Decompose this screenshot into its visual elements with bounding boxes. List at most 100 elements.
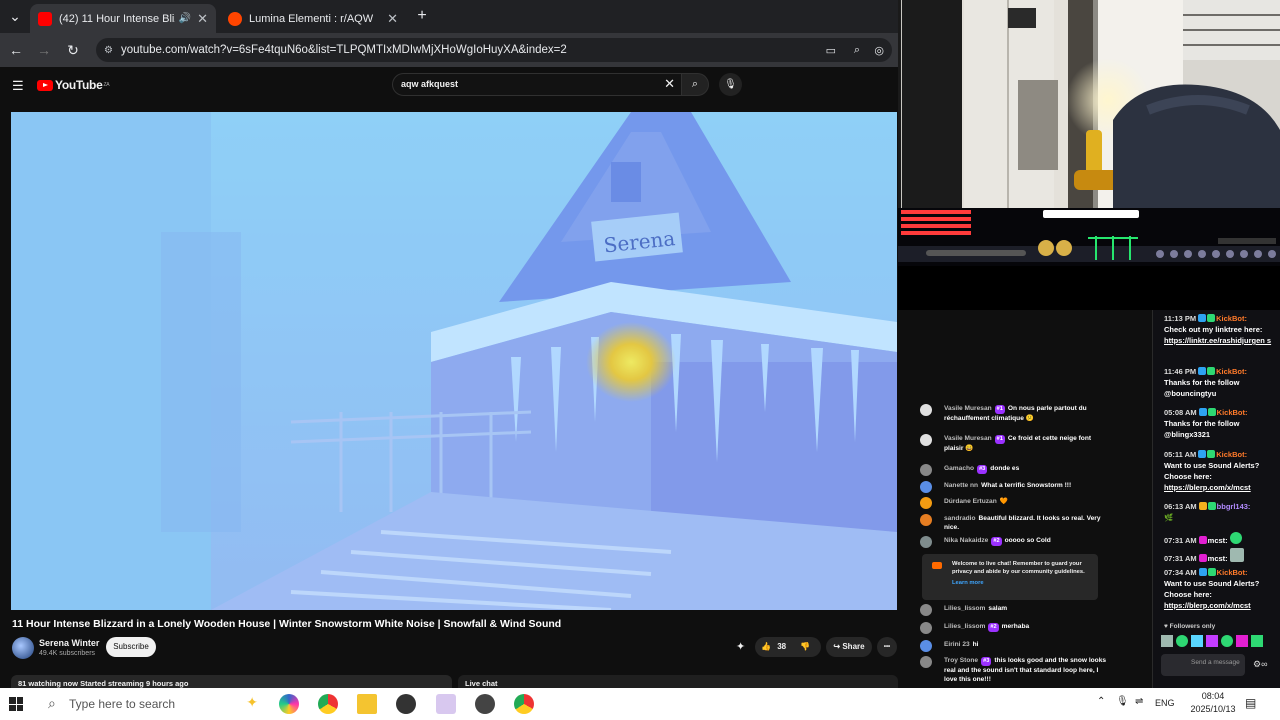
kick-message: 07:31 AM mcst: [1164, 532, 1276, 546]
emote-icon [1236, 635, 1248, 647]
verified-badge-icon [1207, 502, 1216, 510]
avatar [920, 434, 932, 446]
speaker-icon[interactable]: 🔊 [179, 13, 191, 24]
kick-message: 07:34 AM KickBot: Want to use Sound Alert… [1164, 567, 1276, 611]
taskbar: ⌕ Type here to search ✦ ⌃ 🎙 ⇌ ENG 08:04 … [0, 688, 1280, 720]
clock[interactable]: 08:04 2025/10/13 [1190, 690, 1236, 716]
clear-search-icon[interactable]: ✕ [664, 76, 675, 92]
tab-youtube[interactable]: (42) 11 Hour Intense Blizzard in a Lonel… [30, 4, 216, 33]
kick-text: Thanks for the follow @bouncingtyu [1164, 378, 1240, 398]
chat-author: Lilies_lissom [944, 605, 986, 612]
browser-toolbar: ← → ↻ ⚙ youtube.com/watch?v=6sFe4tquN6o&… [0, 33, 898, 67]
new-tab-button[interactable]: + [413, 7, 431, 25]
emote-icon [1221, 635, 1233, 647]
taskbar-search[interactable]: ⌕ Type here to search ✦ [40, 688, 270, 720]
webcam-image [902, 0, 1280, 210]
youtube-play-icon [37, 79, 53, 91]
start-windows-icon[interactable] [9, 697, 23, 711]
app-icon-3[interactable] [475, 694, 495, 714]
search-button[interactable]: ⌕ [681, 73, 709, 96]
more-actions-button[interactable]: ••• [877, 637, 897, 657]
learn-more-link[interactable]: Learn more [952, 579, 1090, 587]
voice-search-icon[interactable]: 🎙 [719, 73, 742, 96]
chat-author: Nanette nn [944, 482, 979, 489]
thumbs-down-icon[interactable]: 👎 [800, 642, 810, 651]
game-hud [898, 210, 1280, 262]
close-tab-icon[interactable]: ✕ [387, 11, 398, 27]
kick-user: bbgrl143: [1216, 502, 1251, 511]
back-icon[interactable]: ← [7, 41, 25, 59]
bot-badge-icon [1198, 450, 1207, 458]
sub-badge-icon [1198, 554, 1207, 562]
kick-user: mcst: [1207, 554, 1228, 563]
kick-user: KickBot: [1216, 314, 1247, 323]
channel-name[interactable]: Serena Winter [39, 638, 99, 648]
kick-user: KickBot: [1216, 408, 1248, 417]
kick-link[interactable]: https://blerp.com/x/mcst [1164, 482, 1276, 493]
chat-author: Nika Nakaidze [944, 537, 989, 544]
chat-author: Lilies_lissom [944, 623, 986, 630]
subscriber-count: 49.4K subscribers [39, 650, 96, 657]
notifications-icon[interactable]: ▤ [1245, 696, 1256, 710]
kick-time: 05:11 AM [1164, 450, 1197, 459]
send-message-input[interactable]: Send a message [1161, 654, 1245, 676]
chat-message: Gamacho #3 donde es [920, 464, 1110, 476]
emote-bar[interactable] [1161, 635, 1276, 649]
tab-list-button[interactable]: ⌄ [6, 7, 24, 25]
search-input[interactable]: aqw afkquest ✕ [392, 73, 682, 96]
subscribe-button[interactable]: Subscribe [106, 637, 156, 657]
kick-message: 07:31 AM mcst: [1164, 548, 1276, 564]
like-button[interactable]: 👍 38 👎 [755, 637, 821, 657]
settings-icon[interactable]: ⚙∞ [1253, 659, 1267, 670]
chat-text: hi [972, 641, 979, 648]
chat-author: Dúrdane Ertuzan [944, 498, 997, 505]
chrome-icon[interactable] [318, 694, 338, 714]
network-icon[interactable]: ⇌ [1135, 696, 1143, 707]
thumbs-up-icon: 👍 [761, 642, 771, 651]
chat-text: What a terrific Snowstorm !!! [981, 482, 1072, 489]
creator-icon[interactable]: ✦ [736, 640, 745, 653]
clock-time: 08:04 [1201, 691, 1225, 701]
tray-chevron-icon[interactable]: ⌃ [1097, 696, 1105, 707]
channel-avatar[interactable] [12, 637, 34, 659]
site-info-icon[interactable]: ⚙ [104, 45, 113, 56]
video-player[interactable]: Serena [11, 112, 897, 610]
eye-off-icon[interactable]: ◎ [874, 44, 884, 57]
url-text: youtube.com/watch?v=6sFe4tquN6o&list=TLP… [120, 44, 567, 56]
cast-icon[interactable]: ▭ [826, 44, 836, 57]
file-explorer-icon[interactable] [357, 694, 377, 714]
kick-link[interactable]: https://blerp.com/x/mcst [1164, 600, 1276, 611]
chrome-icon-2[interactable] [514, 694, 534, 714]
menu-icon[interactable]: ☰ [12, 78, 24, 94]
address-bar[interactable]: ⚙ youtube.com/watch?v=6sFe4tquN6o&list=T… [96, 38, 892, 62]
share-button[interactable]: ↪ Share [826, 637, 872, 657]
avatar [920, 640, 932, 652]
chat-message: Dúrdane Ertuzan 🧡 [920, 497, 1110, 509]
close-tab-icon[interactable]: ✕ [197, 11, 208, 27]
chat-badge: #3 [981, 657, 992, 666]
avatar [920, 604, 932, 616]
reload-icon[interactable]: ↻ [64, 41, 82, 59]
kick-message: 11:13 PM KickBot: Check out my linktree h… [1164, 313, 1276, 346]
language-indicator[interactable]: ENG [1155, 698, 1175, 708]
avatar [920, 464, 932, 476]
app-icon-2[interactable] [436, 694, 456, 714]
kick-text: 🌿 [1164, 513, 1174, 522]
tab-reddit[interactable]: Lumina Elementi : r/AQW ✕ [220, 4, 406, 33]
verified-badge-icon [1207, 568, 1216, 576]
kick-link[interactable]: https://linktr.ee/rashidjurgen s [1164, 335, 1276, 346]
app-icon[interactable] [396, 694, 416, 714]
forward-icon[interactable]: → [35, 41, 53, 59]
microphone-icon[interactable]: 🎙 [1116, 696, 1129, 707]
chat-author: Gamacho [944, 465, 975, 472]
sub-badge-icon [1198, 536, 1207, 544]
overlay-kick-chat: 11:13 PM KickBot: Check out my linktree h… [1152, 310, 1280, 688]
chat-badge: #2 [988, 623, 999, 632]
avatar [920, 536, 932, 548]
zoom-icon[interactable]: ⌕ [854, 44, 860, 57]
youtube-logo[interactable]: YouTube ZA [37, 78, 110, 92]
kick-user: KickBot: [1216, 568, 1248, 577]
copilot-icon[interactable] [279, 694, 299, 714]
chat-badge: #3 [977, 465, 988, 474]
kick-time: 07:34 AM [1164, 568, 1197, 577]
